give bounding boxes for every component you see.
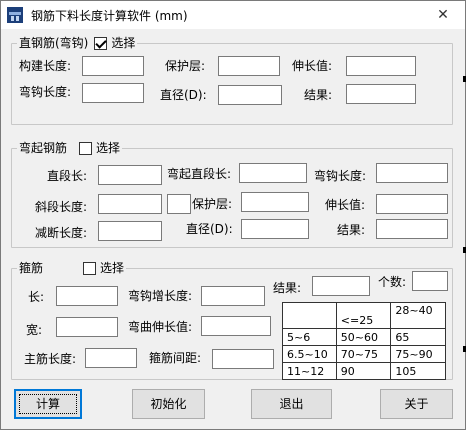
straight-select-checkbox[interactable] <box>94 36 108 50</box>
hook-add-length-input[interactable] <box>201 286 265 306</box>
table-cell: 75~90 <box>390 345 446 363</box>
stirrup-count-label: 个数: <box>378 275 407 289</box>
slant-length-extra-input[interactable] <box>167 194 191 214</box>
straight-rebar-title: 直钢筋(弯钩) <box>19 36 89 50</box>
initialize-button[interactable]: 初始化 <box>132 389 205 419</box>
bent-result-input[interactable] <box>376 219 448 239</box>
stirrup-result-input[interactable] <box>312 276 370 296</box>
about-button[interactable]: 关于 <box>380 389 453 419</box>
table-row: <=25 28~40 <box>282 302 446 329</box>
straight-cover-label: 保护层: <box>165 59 206 73</box>
straight-select-label: 选择 <box>111 36 136 50</box>
straight-cover-input[interactable] <box>218 56 280 76</box>
close-button[interactable]: ✕ <box>431 5 455 25</box>
bent-select-checkbox[interactable] <box>79 141 93 155</box>
reduce-length-label: 减断长度: <box>35 226 88 240</box>
bent-diameter-input[interactable] <box>241 219 309 239</box>
slant-length-label: 斜段长度: <box>35 200 88 214</box>
bent-rebar-legend: 弯起钢筋 选择 <box>17 141 123 155</box>
table-cell: 65 <box>390 328 446 346</box>
member-length-input[interactable] <box>82 56 144 76</box>
bent-diameter-label: 直径(D): <box>186 222 233 236</box>
bent-hook-length-input[interactable] <box>376 163 448 183</box>
table-cell <box>282 302 337 329</box>
straight-hook-length-input[interactable] <box>82 83 144 103</box>
bent-straight-length-label: 直段长: <box>47 169 88 183</box>
table-cell: 105 <box>390 362 446 380</box>
title-bar: 钢筋下料长度计算软件 (mm) ✕ <box>1 1 465 29</box>
table-cell: 50~60 <box>335 328 392 346</box>
bend-elongation-label: 弯曲伸长值: <box>128 320 193 334</box>
slant-length-input[interactable] <box>98 194 162 214</box>
straight-result-label: 结果: <box>304 88 333 102</box>
calculate-button[interactable]: 计算 <box>14 389 82 419</box>
table-row: 11~12 90 105 <box>282 362 446 380</box>
bent-elongation-input[interactable] <box>376 194 448 214</box>
straight-diameter-input[interactable] <box>218 85 282 105</box>
bend-elongation-input[interactable] <box>201 316 271 336</box>
exit-button[interactable]: 退出 <box>251 389 332 419</box>
table-cell: 5~6 <box>282 328 337 346</box>
table-cell: <=25 <box>335 302 392 329</box>
main-bar-length-label: 主筋长度: <box>24 352 77 366</box>
stirrup-title: 箍筋 <box>19 261 44 275</box>
straight-elongation-label: 伸长值: <box>292 59 333 73</box>
bent-select-label: 选择 <box>96 141 121 155</box>
stirrup-width-input[interactable] <box>56 317 118 337</box>
hook-reference-table: <=25 28~40 5~6 50~60 65 6.5~10 70~75 75~… <box>282 302 446 380</box>
stirrup-width-label: 宽: <box>26 323 43 337</box>
straight-diameter-label: 直径(D): <box>160 88 207 102</box>
stirrup-length-input[interactable] <box>56 286 118 306</box>
bent-hook-length-label: 弯钩长度: <box>314 169 367 183</box>
stirrup-spacing-label: 箍筋间距: <box>149 351 202 365</box>
table-cell: 6.5~10 <box>282 345 337 363</box>
stirrup-select-label: 选择 <box>100 261 125 275</box>
bent-cover-label: 保护层: <box>192 197 233 211</box>
table-cell: 90 <box>335 362 392 380</box>
table-row: 6.5~10 70~75 75~90 <box>282 345 446 363</box>
stirrup-select-checkbox[interactable] <box>83 261 97 275</box>
bent-elongation-label: 伸长值: <box>325 198 366 212</box>
stirrup-result-label: 结果: <box>273 281 302 295</box>
app-window: 钢筋下料长度计算软件 (mm) ✕ 直钢筋(弯钩) 选择 构建长度: 保护层: … <box>0 0 466 430</box>
table-cell: 70~75 <box>335 345 392 363</box>
bent-rebar-title: 弯起钢筋 <box>19 141 68 155</box>
straight-hook-length-label: 弯钩长度: <box>19 85 72 99</box>
bent-up-straight-length-input[interactable] <box>239 163 307 183</box>
bent-up-straight-length-label: 弯起直段长: <box>167 167 232 181</box>
hook-add-length-label: 弯钩增长度: <box>128 289 193 303</box>
bent-straight-length-input[interactable] <box>98 165 162 185</box>
window-title: 钢筋下料长度计算软件 (mm) <box>31 9 188 23</box>
app-icon <box>7 7 23 23</box>
table-cell: 11~12 <box>282 362 337 380</box>
straight-result-input[interactable] <box>346 84 416 104</box>
main-bar-length-input[interactable] <box>85 348 137 368</box>
table-cell: 28~40 <box>390 302 446 329</box>
stirrup-length-label: 长: <box>28 290 45 304</box>
straight-rebar-legend: 直钢筋(弯钩) 选择 <box>17 36 138 50</box>
bent-result-label: 结果: <box>337 223 366 237</box>
straight-elongation-input[interactable] <box>346 56 416 76</box>
stirrup-spacing-input[interactable] <box>212 349 274 369</box>
bent-cover-input[interactable] <box>241 192 309 212</box>
member-length-label: 构建长度: <box>19 59 72 73</box>
reduce-length-input[interactable] <box>98 221 162 241</box>
stirrup-legend: 箍筋 选择 <box>17 261 127 275</box>
stirrup-count-input[interactable] <box>412 271 448 291</box>
table-row: 5~6 50~60 65 <box>282 328 446 346</box>
